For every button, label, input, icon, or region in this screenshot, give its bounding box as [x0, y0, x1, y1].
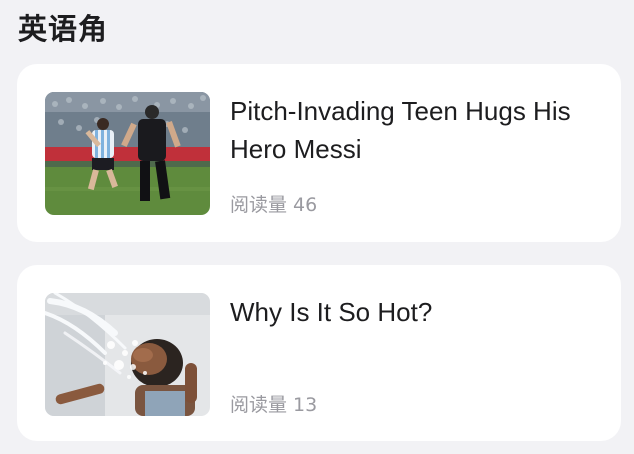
article-headline[interactable]: Pitch-Invading Teen Hugs His Hero Messi [230, 92, 600, 168]
read-count-value: 46 [293, 194, 318, 216]
article-card[interactable]: Pitch-Invading Teen Hugs His Hero Messi … [17, 64, 621, 242]
article-headline[interactable]: Why Is It So Hot? [230, 293, 600, 331]
section-title: 英语角 [18, 12, 109, 46]
read-count-label: 阅读量 [230, 194, 288, 216]
read-count-label: 阅读量 [230, 394, 288, 416]
read-count: 阅读量 46 [230, 190, 323, 217]
water-splash-image[interactable] [45, 293, 210, 416]
read-count-value: 13 [293, 394, 318, 416]
soccer-pitch-image[interactable] [45, 92, 210, 215]
read-count: 阅读量 13 [230, 390, 323, 417]
article-card[interactable]: Why Is It So Hot? 阅读量 13 [17, 265, 621, 441]
